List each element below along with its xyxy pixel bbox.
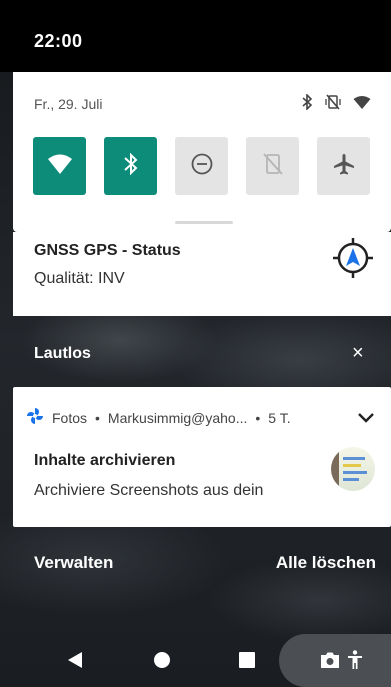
- dnd-icon: [190, 152, 214, 181]
- notification-title: Inhalte archivieren: [34, 452, 176, 469]
- separator: •: [255, 409, 261, 426]
- wifi-icon: [353, 95, 371, 110]
- notification-gnss[interactable]: GNSS GPS - Status Qualität: INV: [13, 232, 391, 316]
- notification-header: Fotos • Markusimmig@yaho... • 5 T.: [26, 407, 291, 428]
- home-icon[interactable]: [147, 632, 177, 687]
- notification-fotos[interactable]: Fotos • Markusimmig@yaho... • 5 T. Inhal…: [13, 387, 391, 527]
- bluetooth-icon: [123, 152, 139, 181]
- screenshot-thumbnail: [331, 447, 375, 491]
- notification-text: Archiviere Screenshots aus dein: [34, 482, 264, 499]
- pinwheel-icon: [26, 407, 44, 428]
- tile-auto-rotate[interactable]: [246, 137, 299, 195]
- silent-section-label: Lautlos: [34, 345, 91, 362]
- close-icon[interactable]: ×: [352, 342, 364, 365]
- tile-airplane-mode[interactable]: [317, 137, 370, 195]
- gps-compass-icon: [331, 236, 375, 285]
- manage-button[interactable]: Verwalten: [34, 553, 113, 573]
- recents-icon[interactable]: [232, 632, 262, 687]
- vibrate-off-icon: [325, 94, 341, 110]
- separator: •: [95, 409, 100, 426]
- back-icon[interactable]: [60, 632, 90, 687]
- bluetooth-icon: [301, 94, 313, 110]
- wifi-icon: [47, 153, 73, 180]
- panel-drag-handle[interactable]: [175, 221, 233, 224]
- tile-do-not-disturb[interactable]: [175, 137, 228, 195]
- notification-age: 5 T.: [268, 409, 291, 426]
- account-name: Markusimmig@yaho...: [107, 409, 248, 426]
- navigation-bar: [0, 632, 391, 687]
- notification-text: Qualität: INV: [34, 270, 125, 287]
- accessibility-icon[interactable]: [345, 632, 365, 687]
- status-icons: [301, 94, 371, 110]
- tile-wifi[interactable]: [33, 137, 86, 195]
- quick-tiles: [33, 137, 370, 195]
- airplane-icon: [332, 152, 356, 181]
- quick-settings-panel: Fr., 29. Juli: [13, 72, 391, 232]
- notification-title: GNSS GPS - Status: [34, 242, 181, 259]
- tile-bluetooth[interactable]: [104, 137, 157, 195]
- clear-all-button[interactable]: Alle löschen: [276, 553, 376, 573]
- app-name: Fotos: [52, 409, 88, 426]
- screenshot-icon[interactable]: [318, 632, 342, 687]
- date-label[interactable]: Fr., 29. Juli: [34, 96, 102, 112]
- chevron-down-icon[interactable]: [357, 411, 375, 429]
- status-bar: 22:00: [0, 0, 391, 72]
- clock: 22:00: [34, 31, 83, 51]
- rotate-icon: [262, 152, 284, 181]
